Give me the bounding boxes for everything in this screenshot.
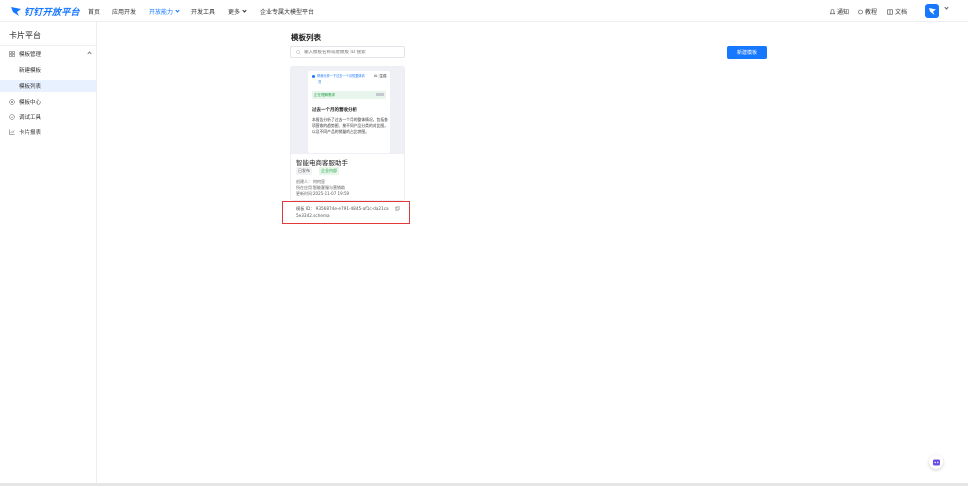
preview-status-text: 正在理解需求: [314, 92, 335, 97]
meta-key: 更新时间：: [296, 191, 316, 196]
template-id-text[interactable]: 模板 ID： 9356874e-e791-4845-af1c-da21ca: [296, 206, 389, 212]
tutorial-icon: [858, 9, 863, 14]
notification-link[interactable]: 通知: [830, 7, 849, 16]
new-template-button[interactable]: 新建模板: [727, 46, 767, 59]
top-navigation-bar: 钉钉开放平台 首页 应用开发 开放能力 开发工具 更多 企业专属大模型平台 通知…: [0, 0, 968, 22]
meta-value: 2025-11-07 19:59: [313, 191, 350, 196]
preview-ai-label: AI 生成: [374, 74, 388, 79]
card-preview: 帮我分析一下过去一个月的整体情 况 AI 生成 正在理解需求 过去一个月的营收分析…: [291, 67, 404, 154]
sidebar-title: 卡片平台: [9, 31, 41, 40]
sidebar-item-debug-tool[interactable]: 调试工具: [0, 111, 96, 123]
status-badge: 已发布: [296, 167, 312, 175]
nav-enterprise-llm[interactable]: 企业专属大模型平台: [260, 7, 314, 16]
search-input[interactable]: [304, 49, 404, 55]
chevron-down-icon[interactable]: [944, 5, 949, 10]
tutorial-link[interactable]: 教程: [858, 7, 877, 16]
sidebar-item-report[interactable]: 卡片报表: [0, 126, 96, 138]
sidebar-item-new-template[interactable]: 新建模板: [0, 64, 96, 76]
debug-tool-icon: [9, 114, 15, 120]
template-manage-icon: [9, 51, 15, 57]
sidebar-item-template-manage[interactable]: 模板管理: [0, 48, 96, 60]
nav-open-capability-label: 开放能力: [149, 9, 174, 16]
preview-title: 过去一个月的营收分析: [312, 108, 357, 113]
sidebar-item-label: 模板中心: [19, 100, 42, 106]
template-id-text-2[interactable]: 5e3342.schema: [296, 213, 330, 218]
meta-value: 智能客服与营销助: [313, 185, 345, 190]
user-avatar[interactable]: [925, 4, 939, 18]
meta-updated: 更新时间：2025-11-07 19:59: [296, 191, 349, 197]
sidebar-item-label: 卡片报表: [19, 130, 42, 136]
chat-bot-icon: [932, 459, 940, 465]
template-card[interactable]: 帮我分析一下过去一个月的整体情 况 AI 生成 正在理解需求 过去一个月的营收分析…: [290, 66, 405, 201]
status-dot-icon: [312, 75, 315, 78]
card-name: 智能电商客服助手: [296, 159, 348, 167]
help-chat-button[interactable]: [929, 455, 943, 469]
docs-label: 文档: [895, 9, 908, 16]
sidebar-item-template-list[interactable]: 模板列表: [0, 80, 96, 92]
nav-app-dev[interactable]: 应用开发: [112, 7, 136, 16]
scope-badge: 企业内部: [319, 167, 339, 175]
page-title: 模板列表: [291, 33, 321, 42]
nav-more-label: 更多: [228, 9, 241, 16]
ai-tag: 生成: [378, 74, 388, 78]
sidebar-divider: [0, 45, 97, 46]
nav-dev-tools[interactable]: 开发工具: [191, 7, 215, 16]
dingtalk-logo-icon: [11, 6, 21, 16]
dingtalk-logo[interactable]: 钉钉开放平台: [10, 4, 80, 18]
tutorial-label: 教程: [865, 9, 878, 16]
preview-body: 本报告分析了过去一个月的整体情况，包括各项营收的趋势图、按不同产品分类的对比图，…: [312, 117, 388, 134]
copy-icon[interactable]: [395, 206, 400, 212]
sidebar: 卡片平台 模板管理 新建模板 模板列表 模板中心 调试工具 卡片报表: [0, 22, 97, 486]
nav-open-capability[interactable]: 开放能力: [149, 7, 180, 16]
report-icon: [9, 129, 15, 135]
search-box[interactable]: [290, 46, 405, 58]
avatar-logo-icon: [928, 7, 936, 15]
preview-status-bar: 正在理解需求: [312, 91, 386, 99]
sidebar-item-label: 调试工具: [19, 115, 42, 121]
chevron-down-icon: [175, 8, 180, 13]
template-center-icon: [9, 99, 15, 105]
status-toggle-icon: [376, 93, 384, 96]
sidebar-item-template-center[interactable]: 模板中心: [0, 96, 96, 108]
sidebar-item-label: 模板管理: [19, 52, 42, 58]
notification-label: 通知: [837, 9, 850, 16]
preview-query-text-2: 况: [318, 80, 322, 84]
preview-query-text: 帮我分析一下过去一个月的整体情: [317, 74, 365, 78]
logo-text: 钉钉开放平台: [24, 7, 80, 18]
book-icon: [887, 9, 893, 15]
ai-label: AI: [374, 74, 378, 78]
preview-card-content: 帮我分析一下过去一个月的整体情 况 AI 生成 正在理解需求 过去一个月的营收分析…: [308, 71, 390, 153]
nav-home[interactable]: 首页: [88, 7, 100, 16]
docs-link[interactable]: 文档: [887, 7, 907, 16]
bell-icon: [830, 8, 835, 14]
search-icon: [296, 49, 301, 55]
nav-more[interactable]: 更多: [228, 7, 247, 16]
meta-value: 何何显: [313, 179, 325, 184]
chevron-down-icon: [242, 8, 247, 13]
chevron-up-icon: [87, 51, 92, 56]
